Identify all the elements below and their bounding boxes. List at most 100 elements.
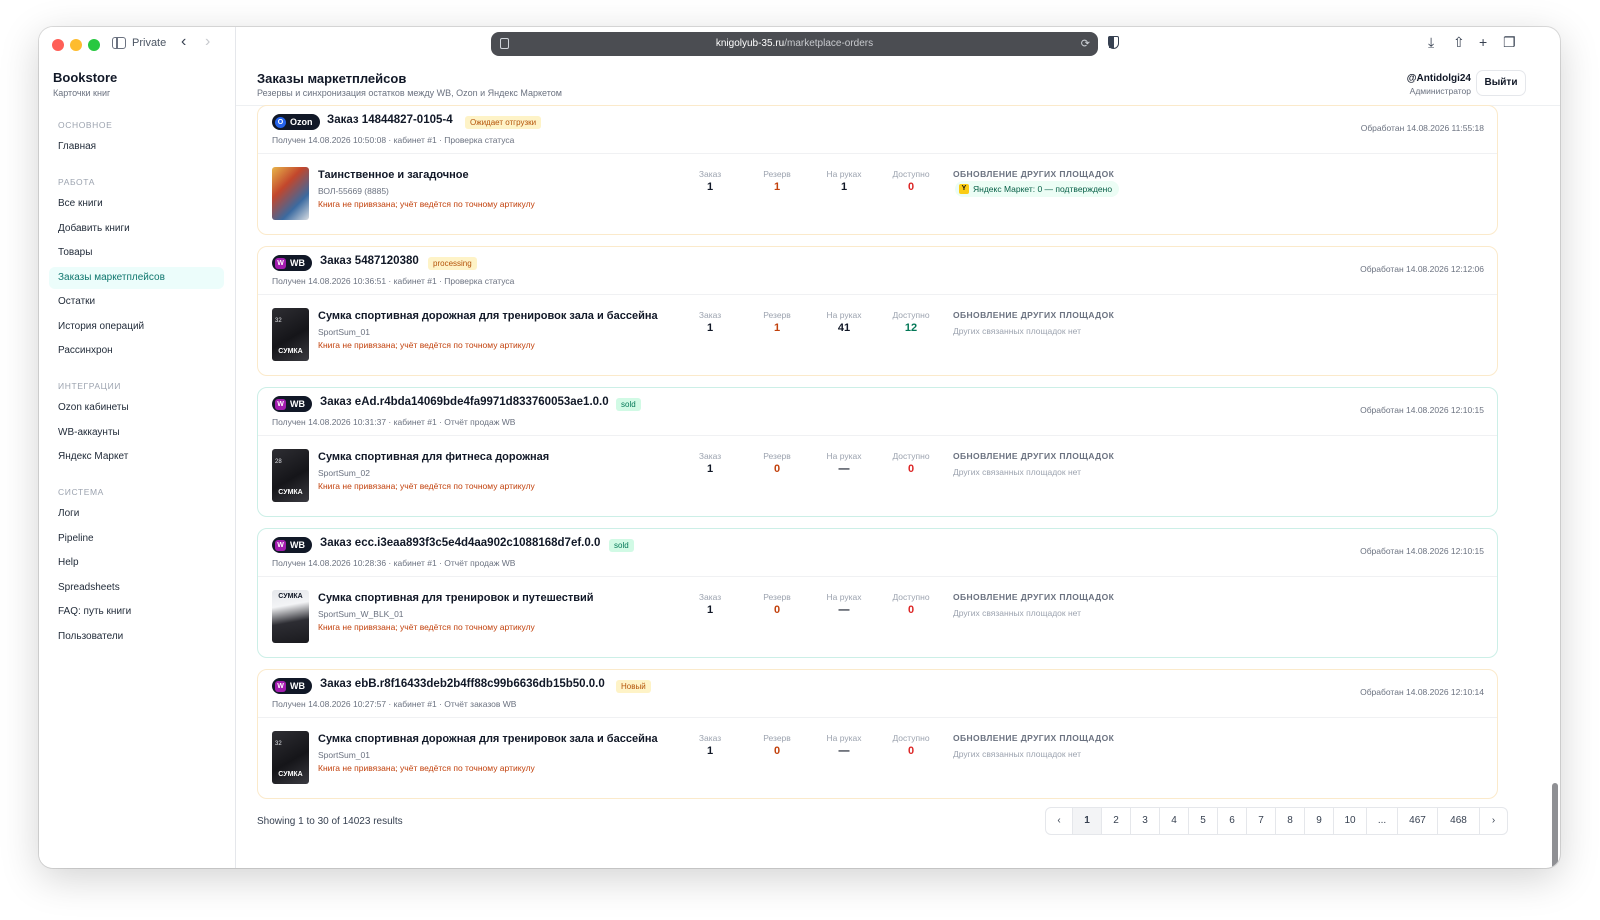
product-image: 28 СУМКА (272, 449, 309, 502)
stat-order: Заказ 1 (698, 733, 722, 757)
browser-window: Bookstore Карточки книг ОСНОВНОЕ Главная… (39, 27, 1560, 868)
stat-on-hand: На руках — (826, 592, 862, 616)
page-button[interactable]: 5 (1189, 808, 1218, 834)
stat-available: Доступно 0 (892, 451, 930, 475)
status-badge: sold (609, 539, 634, 552)
stat-reserve: Резерв 0 (763, 733, 791, 757)
order-meta: Получен 14.08.2026 10:36:51 · кабинет #1… (272, 276, 515, 286)
page-button[interactable]: 9 (1305, 808, 1334, 834)
wb-logo-icon: W (275, 398, 286, 410)
nav-item-spreadsheets[interactable]: Spreadsheets (49, 577, 224, 599)
nav-item-users[interactable]: Пользователи (49, 626, 224, 648)
unlinked-warning: Книга не привязана; учёт ведётся по точн… (318, 763, 535, 773)
minimize-window-icon[interactable] (70, 39, 82, 51)
logout-button[interactable]: Выйти (1476, 70, 1526, 96)
order-card-header: W WB Заказ eAd.r4bda14069bde4fa9971d8337… (258, 388, 1497, 436)
product-name: Сумка спортивная для фитнеса дорожная (318, 451, 550, 463)
address-bar[interactable]: knigolyub-35.ru/marketplace-orders ⟳ (491, 32, 1098, 56)
order-card: O Ozon Заказ 14844827-0105-4 Ожидает отг… (257, 105, 1498, 235)
nav-item-resync[interactable]: Рассинхрон (49, 340, 224, 362)
order-card: W WB Заказ ebB.r8f16433deb2b4ff88c99b663… (257, 669, 1498, 799)
page-button[interactable]: 2 (1102, 808, 1131, 834)
stat-order: Заказ 1 (698, 169, 722, 193)
unlinked-warning: Книга не привязана; учёт ведётся по точн… (318, 199, 535, 209)
product-sku: SportSum_W_BLK_01 (318, 609, 404, 619)
marketplace-badge: W WB (272, 537, 312, 553)
forward-arrow-icon[interactable]: › (205, 33, 210, 51)
prev-page-button[interactable]: ‹ (1046, 808, 1073, 834)
updates-title: ОБНОВЛЕНИЕ ДРУГИХ ПЛОЩАДОК (953, 169, 1115, 179)
product-name: Сумка спортивная для тренировок и путеше… (318, 592, 594, 604)
page-ellipsis: ... (1367, 808, 1398, 834)
page-button[interactable]: 10 (1334, 808, 1367, 834)
nav-item-add-books[interactable]: Добавить книги (49, 218, 224, 240)
page-button[interactable]: 1 (1073, 808, 1102, 834)
stat-reserve: Резерв 0 (763, 451, 791, 475)
nav-item-history[interactable]: История операций (49, 316, 224, 338)
product-sku: SportSum_02 (318, 468, 370, 478)
zoom-window-icon[interactable] (88, 39, 100, 51)
marketplace-badge: O Ozon (272, 114, 320, 130)
nav-item-products[interactable]: Товары (49, 242, 224, 264)
nav-item-home[interactable]: Главная (49, 136, 224, 158)
share-icon[interactable]: ⇧ (1453, 34, 1465, 51)
nav-item-ozon[interactable]: Ozon кабинеты (49, 397, 224, 419)
close-window-icon[interactable] (52, 39, 64, 51)
nav-item-yandex[interactable]: Яндекс Маркет (49, 446, 224, 468)
status-badge: processing (428, 257, 477, 270)
page-button[interactable]: 4 (1160, 808, 1189, 834)
nav-item-stock[interactable]: Остатки (49, 291, 224, 313)
sidebar-toggle-icon[interactable] (112, 37, 126, 49)
pagination: ‹ 1 2 3 4 5 6 7 8 9 10 ... 467 468 › (1045, 807, 1508, 835)
stat-on-hand: На руках — (826, 733, 862, 757)
next-page-button[interactable]: › (1480, 808, 1507, 834)
sidebar: Bookstore Карточки книг ОСНОВНОЕ Главная… (39, 27, 236, 868)
nav-item-all-books[interactable]: Все книги (49, 193, 224, 215)
nav-item-wb[interactable]: WB-аккаунты (49, 422, 224, 444)
order-card-header: W WB Заказ 5487120380 processing Получен… (258, 247, 1497, 295)
page-button[interactable]: 7 (1247, 808, 1276, 834)
updates-title: ОБНОВЛЕНИЕ ДРУГИХ ПЛОЩАДОК (953, 451, 1115, 461)
page-button[interactable]: 467 (1398, 808, 1438, 834)
marketplace-badge: W WB (272, 396, 312, 412)
reload-icon[interactable]: ⟳ (1081, 37, 1090, 50)
product-image: СУМКА (272, 590, 309, 643)
download-icon[interactable]: ⤓ (1428, 34, 1434, 51)
page-button[interactable]: 468 (1438, 808, 1480, 834)
nav-item-faq[interactable]: FAQ: путь книги (49, 601, 224, 623)
page-button[interactable]: 8 (1276, 808, 1305, 834)
nav-item-help[interactable]: Help (49, 552, 224, 574)
nav-section-work: РАБОТА (58, 177, 96, 187)
page-button[interactable]: 6 (1218, 808, 1247, 834)
status-badge: sold (616, 398, 641, 411)
wb-logo-icon: W (275, 680, 286, 692)
order-card: W WB Заказ 5487120380 processing Получен… (257, 246, 1498, 376)
shield-icon[interactable] (1108, 36, 1119, 49)
new-tab-icon[interactable]: + (1479, 34, 1487, 50)
brand-subtitle: Карточки книг (53, 88, 111, 98)
update-status-text: Яндекс Маркет: 0 — подтверждено (973, 184, 1113, 194)
status-badge: Новый (616, 680, 651, 693)
stat-order: Заказ 1 (698, 310, 722, 334)
nav-item-logs[interactable]: Логи (49, 503, 224, 525)
stat-reserve: Резерв 1 (763, 169, 791, 193)
scrollbar[interactable] (1552, 783, 1558, 868)
page-subtitle: Резервы и синхронизация остатков между W… (257, 88, 562, 98)
nav-section-system: СИСТЕМА (58, 487, 104, 497)
updates-title: ОБНОВЛЕНИЕ ДРУГИХ ПЛОЩАДОК (953, 733, 1115, 743)
tabs-overview-icon[interactable]: ❐ (1503, 34, 1516, 51)
page-title: Заказы маркетплейсов (257, 71, 407, 86)
order-title: Заказ 5487120380 (320, 255, 419, 267)
updates-title: ОБНОВЛЕНИЕ ДРУГИХ ПЛОЩАДОК (953, 310, 1115, 320)
yandex-market-icon: Y (959, 184, 969, 194)
page-button[interactable]: 3 (1131, 808, 1160, 834)
order-title: Заказ 14844827-0105-4 (327, 114, 453, 126)
back-arrow-icon[interactable]: ‹ (181, 33, 186, 51)
product-sku: ВОЛ-55669 (8885) (318, 186, 389, 196)
nav-item-pipeline[interactable]: Pipeline (49, 528, 224, 550)
user-name: @Antidolgi24 (1406, 73, 1471, 84)
unlinked-warning: Книга не привязана; учёт ведётся по точн… (318, 481, 535, 491)
nav-item-marketplace-orders[interactable]: Заказы маркетплейсов (49, 267, 224, 289)
processed-time: Обработан 14.08.2026 12:12:06 (1360, 264, 1484, 274)
order-meta: Получен 14.08.2026 10:31:37 · кабинет #1… (272, 417, 516, 427)
